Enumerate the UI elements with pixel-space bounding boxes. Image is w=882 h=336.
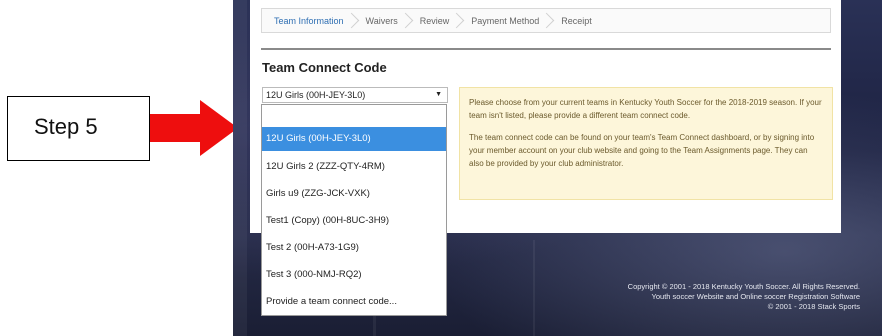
- tab-team-information[interactable]: Team Information: [262, 9, 359, 32]
- dropdown-option[interactable]: 12U Girls (00H-JEY-3L0): [262, 127, 446, 151]
- registration-screenshot: Team Information Waivers Review Payment …: [233, 0, 882, 336]
- team-connect-select[interactable]: 12U Girls (00H-JEY-3L0) ▼: [262, 87, 448, 103]
- team-dropdown-list: 12U Girls (00H-JEY-3L0) 12U Girls 2 (ZZZ…: [261, 104, 447, 316]
- footer: Copyright © 2001 - 2018 Kentucky Youth S…: [628, 282, 860, 312]
- dropdown-option[interactable]: Test1 (Copy) (00H-8UC-3H9): [262, 209, 446, 233]
- info-text-1: Please choose from your current teams in…: [469, 98, 822, 120]
- dropdown-search[interactable]: [262, 105, 446, 127]
- wizard-tabs: Team Information Waivers Review Payment …: [261, 8, 831, 33]
- select-value: 12U Girls (00H-JEY-3L0): [266, 90, 366, 100]
- tab-waivers[interactable]: Waivers: [354, 9, 413, 32]
- tab-review[interactable]: Review: [408, 9, 465, 32]
- footer-software: Youth soccer Website and Online soccer R…: [651, 292, 860, 301]
- footer-stack-sports: © 2001 - 2018 Stack Sports: [767, 302, 860, 311]
- divider: [261, 48, 831, 50]
- dropdown-option[interactable]: Test 2 (00H-A73-1G9): [262, 236, 446, 260]
- chevron-down-icon: ▼: [435, 91, 442, 98]
- dropdown-option-provide-code[interactable]: Provide a team connect code...: [262, 290, 446, 314]
- tab-receipt[interactable]: Receipt: [549, 9, 602, 32]
- arrow-shaft: [150, 114, 202, 142]
- tab-payment-method[interactable]: Payment Method: [459, 9, 555, 32]
- footer-copyright: Copyright © 2001 - 2018 Kentucky Youth S…: [627, 282, 860, 291]
- dropdown-option[interactable]: Test 3 (000-NMJ-RQ2): [262, 263, 446, 287]
- dropdown-option[interactable]: 12U Girls 2 (ZZZ-QTY-4RM): [262, 155, 446, 179]
- step-label: Step 5: [34, 114, 98, 139]
- info-text-2: The team connect code can be found on yo…: [469, 133, 815, 168]
- section-heading: Team Connect Code: [262, 60, 387, 75]
- dropdown-option[interactable]: Girls u9 (ZZG-JCK-VXK): [262, 182, 446, 206]
- step-callout-box: Step 5: [7, 96, 150, 161]
- info-box: Please choose from your current teams in…: [459, 87, 833, 200]
